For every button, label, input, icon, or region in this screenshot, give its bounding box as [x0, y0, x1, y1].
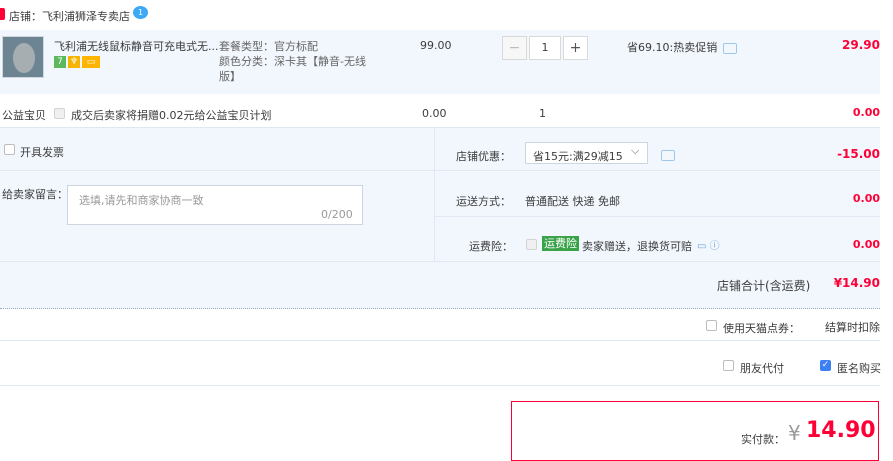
shipping-label: 运送方式： — [456, 195, 511, 208]
sku-package: 套餐类型：官方标配 — [219, 40, 318, 53]
note-label: 给卖家留言： — [2, 188, 68, 201]
insurance-text: 卖家赠送，退换货可赔 — [582, 240, 692, 253]
note-placeholder: 选填,请先和商家协商一致 — [79, 194, 204, 207]
charity-label: 公益宝贝 — [2, 109, 46, 122]
chat-icon[interactable]: 1 — [133, 6, 148, 19]
friend-pay-checkbox[interactable] — [723, 360, 734, 371]
payment-total: 14.90 — [806, 418, 876, 443]
seven-day-return-icon: 7 — [54, 56, 66, 68]
chevron-down-icon[interactable]: ⌵ — [631, 144, 639, 158]
shipping-total: 0.00 — [852, 192, 880, 205]
store-total-value: ¥14.90 — [833, 276, 880, 290]
divider — [0, 340, 880, 341]
store-name[interactable]: 店铺：飞利浦狮泽专卖店 — [9, 8, 130, 24]
decrease-button[interactable]: − — [502, 36, 527, 60]
promo-info: 省69.10:热卖促销 — [627, 39, 738, 55]
friend-pay-label[interactable]: 朋友代付 — [740, 360, 784, 376]
divider — [0, 261, 880, 262]
points-note: 结算时扣除 — [825, 321, 880, 334]
discount-total: -15.00 — [837, 147, 880, 161]
anonymous-checkbox[interactable]: ✓ — [820, 360, 831, 371]
product-thumbnail[interactable] — [2, 36, 44, 78]
store-icon — [0, 8, 5, 20]
item-subtotal: 29.90 — [842, 38, 880, 52]
discount-value[interactable]: 省15元:满29减15 — [533, 148, 623, 164]
insurance-label: 运费险： — [469, 240, 513, 253]
panel-divider — [434, 127, 435, 261]
discount-label: 店铺优惠： — [456, 150, 511, 163]
insurance-checkbox — [526, 239, 537, 250]
promo-text: 省69.10:热卖促销 — [627, 41, 718, 54]
store-total-label: 店铺合计(含运费) — [717, 279, 811, 293]
invoice-checkbox[interactable] — [4, 144, 15, 155]
charity-qty: 1 — [539, 107, 546, 120]
sku-color-cont: 版】 — [219, 70, 241, 83]
points-label[interactable]: 使用天猫点券： — [723, 320, 800, 336]
divider — [435, 216, 880, 217]
credit-card-icon: ▭ — [82, 56, 100, 68]
charity-price: 0.00 — [422, 107, 447, 120]
charity-text: 成交后卖家将捐赠0.02元给公益宝贝计划 — [71, 109, 272, 122]
payment-label: 实付款： — [741, 433, 785, 446]
sku-color: 颜色分类：深卡其【静音-无线 — [219, 55, 366, 68]
product-sku: 套餐类型：官方标配 颜色分类：深卡其【静音-无线 版】 — [219, 39, 366, 84]
help-icon[interactable]: ▭ ⓘ — [697, 237, 720, 252]
charity-checkbox — [54, 108, 65, 119]
increase-button[interactable]: + — [563, 36, 588, 60]
product-badges: 7 ♆ ▭ — [54, 56, 102, 68]
divider — [435, 170, 880, 171]
divider — [0, 170, 434, 171]
quantity-input[interactable]: 1 — [529, 36, 561, 60]
points-checkbox[interactable] — [706, 320, 717, 331]
currency-symbol: ¥ — [788, 421, 801, 445]
invoice-label[interactable]: 开具发票 — [20, 144, 64, 160]
insurance-total: 0.00 — [852, 238, 880, 251]
discount-message-icon[interactable] — [661, 148, 675, 161]
charity-total: 0.00 — [852, 106, 880, 119]
unit-price: 99.00 — [420, 39, 452, 52]
guarantee-icon: ♆ — [68, 56, 80, 68]
insurance-tag: 运费险 — [542, 236, 579, 251]
anonymous-label[interactable]: 匿名购买 — [837, 360, 881, 376]
shipping-value: 普通配送 快递 免邮 — [525, 195, 620, 208]
product-title[interactable]: 飞利浦无线鼠标静音可充电式无... — [54, 38, 219, 54]
note-counter: 0/200 — [321, 208, 353, 221]
message-icon[interactable] — [723, 42, 738, 54]
divider — [0, 385, 880, 386]
